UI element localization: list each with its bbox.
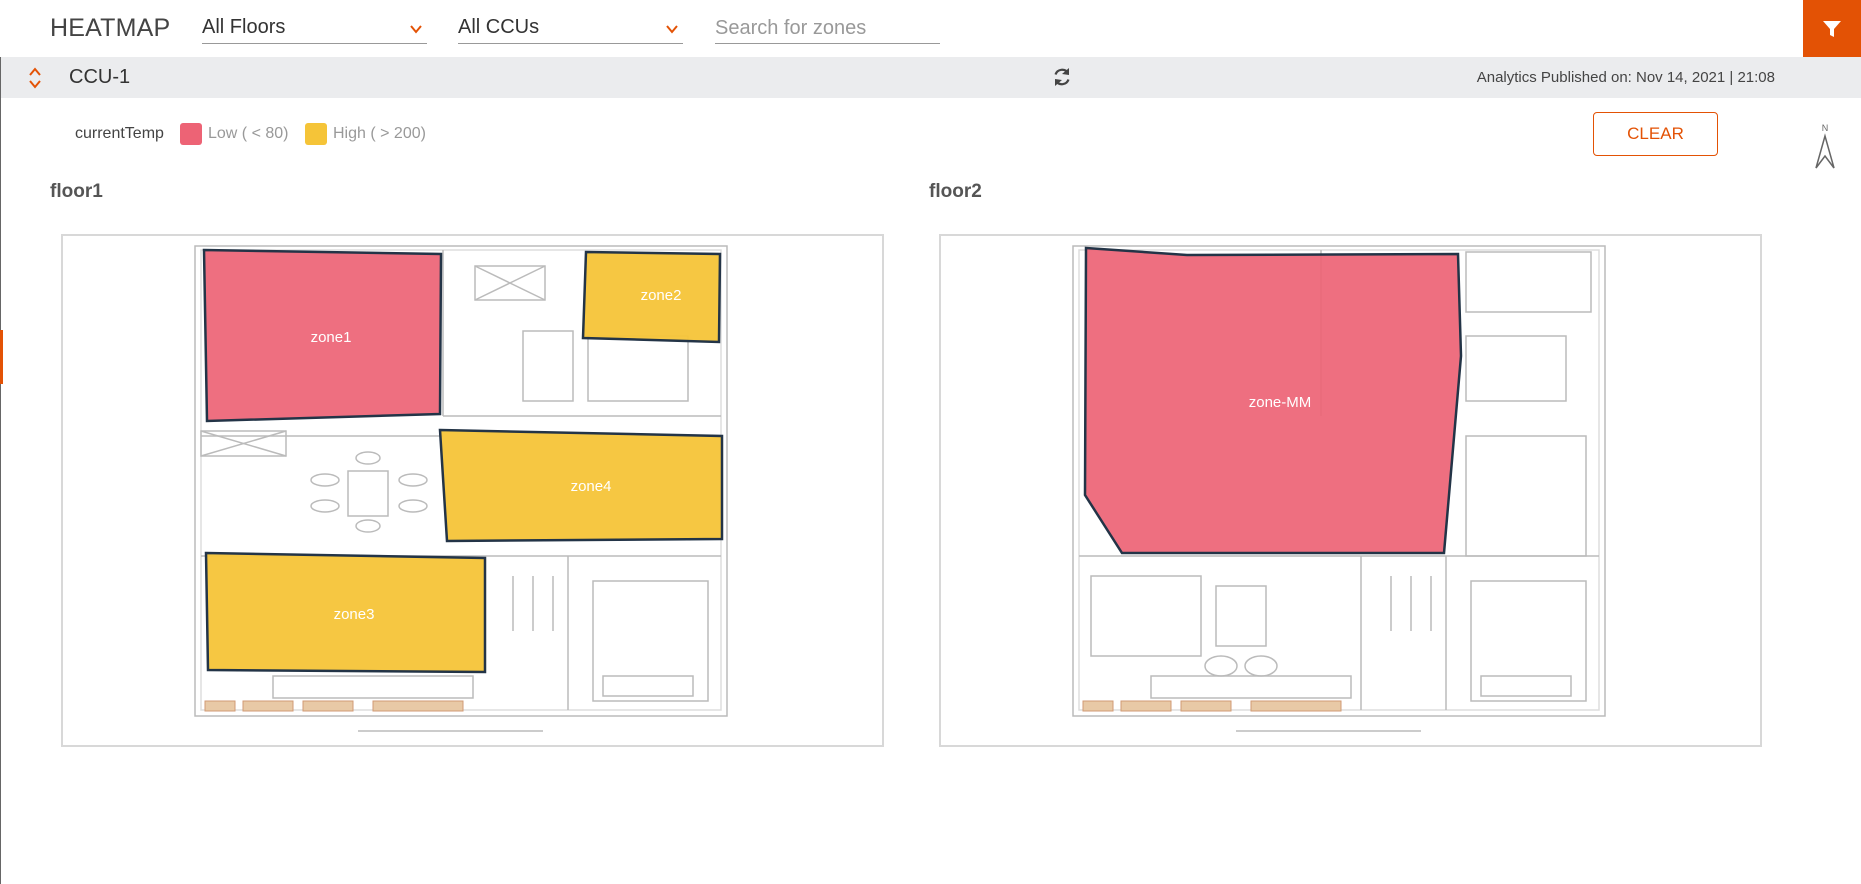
ccu-name: CCU-1	[69, 66, 131, 88]
north-arrow-icon: N	[1815, 123, 1835, 169]
floor-title-floor2: floor2	[929, 181, 982, 202]
page-title: HEATMAP	[50, 14, 171, 42]
refresh-icon[interactable]	[1052, 66, 1072, 88]
left-accent-marker	[0, 330, 3, 384]
filter-button[interactable]	[1803, 0, 1861, 57]
zone-label: zone-MM	[1249, 394, 1312, 411]
floor-title-floor1: floor1	[50, 181, 103, 202]
north-label: N	[1822, 123, 1829, 133]
floor-map-floor2: zone-MM	[939, 234, 1762, 747]
zone-label: zone2	[641, 287, 682, 304]
legend-metric: currentTemp	[75, 125, 164, 142]
zone-label: zone4	[571, 478, 612, 495]
ccu-select-value: All CCUs	[458, 16, 540, 38]
filter-icon	[1823, 20, 1841, 37]
top-bar: HEATMAP All Floors All CCUs	[0, 0, 1861, 57]
chevron-down-icon	[666, 25, 678, 34]
clear-button[interactable]: CLEAR	[1593, 112, 1718, 156]
planter-row	[1082, 700, 1342, 712]
zone-label: zone1	[311, 329, 352, 346]
floor2-plan: zone-MM	[1072, 245, 1606, 732]
floor-select-value: All Floors	[202, 16, 286, 38]
planter-row	[204, 700, 464, 712]
floor-select[interactable]: All Floors	[202, 14, 427, 44]
ccu-bar: CCU-1 Analytics Published on: Nov 14, 20…	[0, 57, 1861, 98]
ccu-select[interactable]: All CCUs	[458, 14, 683, 44]
floor-map-floor1: zone1 zone2 zone4 zone3	[61, 234, 884, 747]
legend-high-label: High ( > 200)	[333, 125, 426, 142]
zone-label: zone3	[334, 606, 375, 623]
left-border	[0, 57, 1, 884]
chevron-down-icon	[410, 25, 422, 34]
legend-swatch-high	[305, 123, 327, 145]
floor1-plan: zone1 zone2 zone4 zone3	[194, 245, 728, 732]
zone-search-input[interactable]	[715, 14, 940, 44]
analytics-published-text: Analytics Published on: Nov 14, 2021 | 2…	[1476, 69, 1775, 86]
legend-low-label: Low ( < 80)	[208, 125, 289, 142]
zones-floor1	[202, 248, 724, 674]
legend-swatch-low	[180, 123, 202, 145]
sort-toggle-icon[interactable]	[28, 66, 42, 90]
heatmap-app: HEATMAP All Floors All CCUs CCU-1	[0, 0, 1861, 884]
